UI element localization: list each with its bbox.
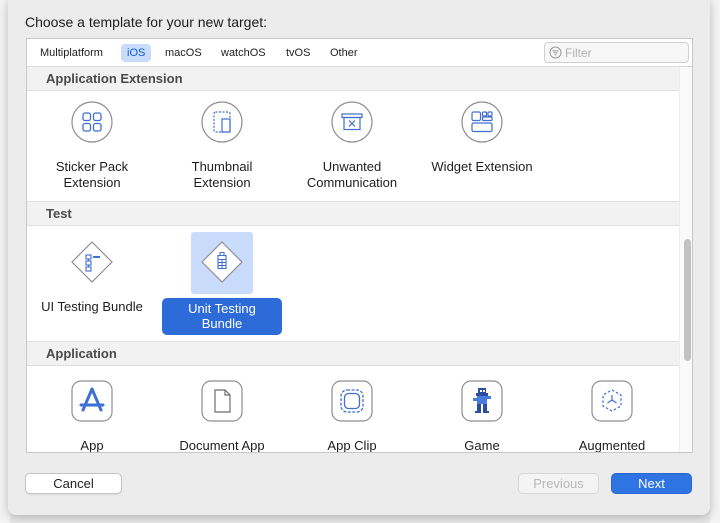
section-header-application-extension: Application Extension: [27, 66, 679, 91]
template-panel: Multiplatform iOS macOS watchOS tvOS Oth…: [26, 38, 693, 453]
template-label: Thumbnail Extension: [191, 159, 253, 190]
template-label: Sticker Pack Extension: [55, 159, 129, 190]
template-label: Unwanted Communication: [306, 159, 398, 190]
template-label: UI Testing Bundle: [41, 299, 143, 314]
background-window-edge-right: [710, 0, 720, 523]
vertical-scrollbar[interactable]: [679, 67, 692, 452]
game-icon: [461, 380, 503, 422]
tab-tvos[interactable]: tvOS: [280, 44, 316, 62]
next-button[interactable]: Next: [611, 473, 692, 494]
template-label: Widget Extension: [431, 159, 533, 174]
filter-input[interactable]: [565, 44, 683, 61]
app-clip-icon: [331, 380, 373, 422]
dialog-prompt: Choose a template for your new target:: [25, 14, 268, 30]
template-label: Augmented: [578, 438, 646, 453]
filter-field[interactable]: [544, 42, 689, 63]
template-label: Game: [464, 438, 500, 453]
tab-macos[interactable]: macOS: [159, 44, 208, 62]
thumbnail-icon: [201, 101, 243, 143]
filter-icon: [549, 46, 562, 59]
platform-tab-bar: Multiplatform iOS macOS watchOS tvOS Oth…: [27, 39, 692, 67]
tab-ios[interactable]: iOS: [121, 44, 152, 62]
augmented-reality-icon: [591, 380, 633, 422]
template-label: App Clip: [327, 438, 377, 453]
tab-multiplatform[interactable]: Multiplatform: [34, 44, 109, 62]
template-label: App: [80, 438, 104, 453]
unwanted-communication-icon: [331, 101, 373, 143]
app-store-icon: [71, 380, 113, 422]
unit-testing-icon: [201, 241, 243, 283]
document-icon: [201, 380, 243, 422]
section-header-application: Application: [27, 341, 679, 366]
cancel-button[interactable]: Cancel: [25, 473, 122, 494]
tab-other[interactable]: Other: [324, 44, 364, 62]
section-header-test: Test: [27, 201, 679, 226]
sticker-pack-icon: [71, 101, 113, 143]
widget-icon: [461, 101, 503, 143]
template-label-selected: Unit Testing Bundle: [162, 298, 282, 335]
previous-button[interactable]: Previous: [518, 473, 599, 494]
tab-watchos[interactable]: watchOS: [215, 44, 272, 62]
template-label: Document App: [179, 438, 265, 453]
scrollbar-thumb[interactable]: [684, 239, 691, 361]
ui-testing-icon: [71, 241, 113, 283]
